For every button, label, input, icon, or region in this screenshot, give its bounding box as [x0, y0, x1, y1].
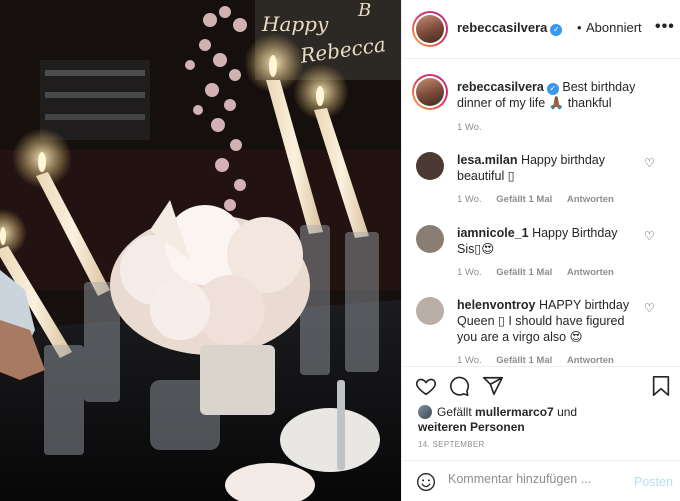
- comment-text-block: helenvontroy HAPPY birthday Queen ▯ I sh…: [457, 297, 642, 345]
- like-heart-icon[interactable]: [415, 375, 437, 397]
- liker-avatar[interactable]: [418, 405, 432, 419]
- share-send-icon[interactable]: [482, 375, 504, 397]
- likes-others-link[interactable]: weiteren Personen: [418, 420, 525, 434]
- comment-reply-button[interactable]: Antworten: [567, 355, 614, 365]
- comment-icon[interactable]: [448, 375, 470, 397]
- post-photo[interactable]: Happy B Rebecca: [0, 0, 401, 501]
- comment-reply-button[interactable]: Antworten: [567, 194, 614, 205]
- author-username[interactable]: rebeccasilvera ✓: [457, 20, 563, 36]
- likes-connector: und: [557, 405, 578, 419]
- comment-avatar[interactable]: [416, 225, 444, 253]
- caption-time[interactable]: 1 Wo.: [457, 122, 482, 133]
- more-options-icon[interactable]: •••: [655, 18, 675, 36]
- verified-badge-icon: ✓: [546, 83, 559, 95]
- likes-summary: Gefällt mullermarco7 und weiteren Person…: [418, 405, 577, 435]
- photo-scene: [0, 0, 401, 501]
- comment-username[interactable]: helenvontroy: [457, 298, 536, 312]
- caption-meta: 1 Wo.: [457, 122, 494, 133]
- sign-text-happy: Happy: [262, 12, 329, 36]
- comment-avatar[interactable]: [416, 152, 444, 180]
- header-separator: •: [577, 20, 582, 35]
- comment-time[interactable]: 1 Wo.: [457, 267, 482, 278]
- comment-meta: 1 Wo. Gefällt 1 Mal Antworten: [457, 267, 626, 278]
- save-bookmark-icon[interactable]: [651, 375, 671, 397]
- comment-avatar[interactable]: [416, 297, 444, 325]
- comment-likes-count[interactable]: Gefällt 1 Mal: [496, 194, 552, 205]
- post-side-panel: rebeccasilvera ✓ • Abonniert ••• rebeccas…: [401, 0, 680, 501]
- follow-status-button[interactable]: Abonniert: [586, 20, 642, 35]
- comment-time[interactable]: 1 Wo.: [457, 355, 482, 365]
- comment-meta: 1 Wo. Gefällt 1 Mal Antworten: [457, 355, 626, 365]
- add-comment-bar: Posten: [402, 460, 680, 501]
- post-date[interactable]: 14. SEPTEMBER: [418, 440, 485, 449]
- caption-username[interactable]: rebeccasilvera: [457, 80, 544, 94]
- comment-username[interactable]: lesa.milan: [457, 153, 517, 167]
- comment-like-heart-icon[interactable]: ♡: [644, 229, 655, 243]
- likes-prefix: Gefällt: [437, 405, 472, 419]
- post-comment-button[interactable]: Posten: [634, 475, 673, 489]
- post-actions: Gefällt mullermarco7 und weiteren Person…: [402, 366, 680, 452]
- comment-meta: 1 Wo. Gefällt 1 Mal Antworten: [457, 194, 626, 205]
- emoji-smiley-icon[interactable]: [416, 472, 436, 492]
- caption-text-block: rebeccasilvera ✓ Best birthday dinner of …: [457, 79, 642, 111]
- comment-likes-count[interactable]: Gefällt 1 Mal: [496, 355, 552, 365]
- author-avatar[interactable]: [412, 11, 448, 47]
- comments-list[interactable]: rebeccasilvera ✓ Best birthday dinner of …: [402, 60, 680, 365]
- comment-username[interactable]: iamnicole_1: [457, 226, 529, 240]
- sign-text-partial: B: [358, 0, 372, 21]
- comment-text-block: lesa.milan Happy birthday beautiful ▯: [457, 152, 642, 184]
- comment-text-block: iamnicole_1 Happy Birthday Sis▯😍: [457, 225, 642, 257]
- comment-time[interactable]: 1 Wo.: [457, 194, 482, 205]
- verified-badge-icon: ✓: [550, 24, 563, 36]
- comment-input[interactable]: [448, 472, 628, 486]
- post-header: rebeccasilvera ✓ • Abonniert •••: [402, 0, 680, 59]
- comment-like-heart-icon[interactable]: ♡: [644, 156, 655, 170]
- liker-username[interactable]: mullermarco7: [475, 405, 554, 419]
- comment-reply-button[interactable]: Antworten: [567, 267, 614, 278]
- comment-likes-count[interactable]: Gefällt 1 Mal: [496, 267, 552, 278]
- caption-avatar[interactable]: [412, 74, 448, 110]
- comment-like-heart-icon[interactable]: ♡: [644, 301, 655, 315]
